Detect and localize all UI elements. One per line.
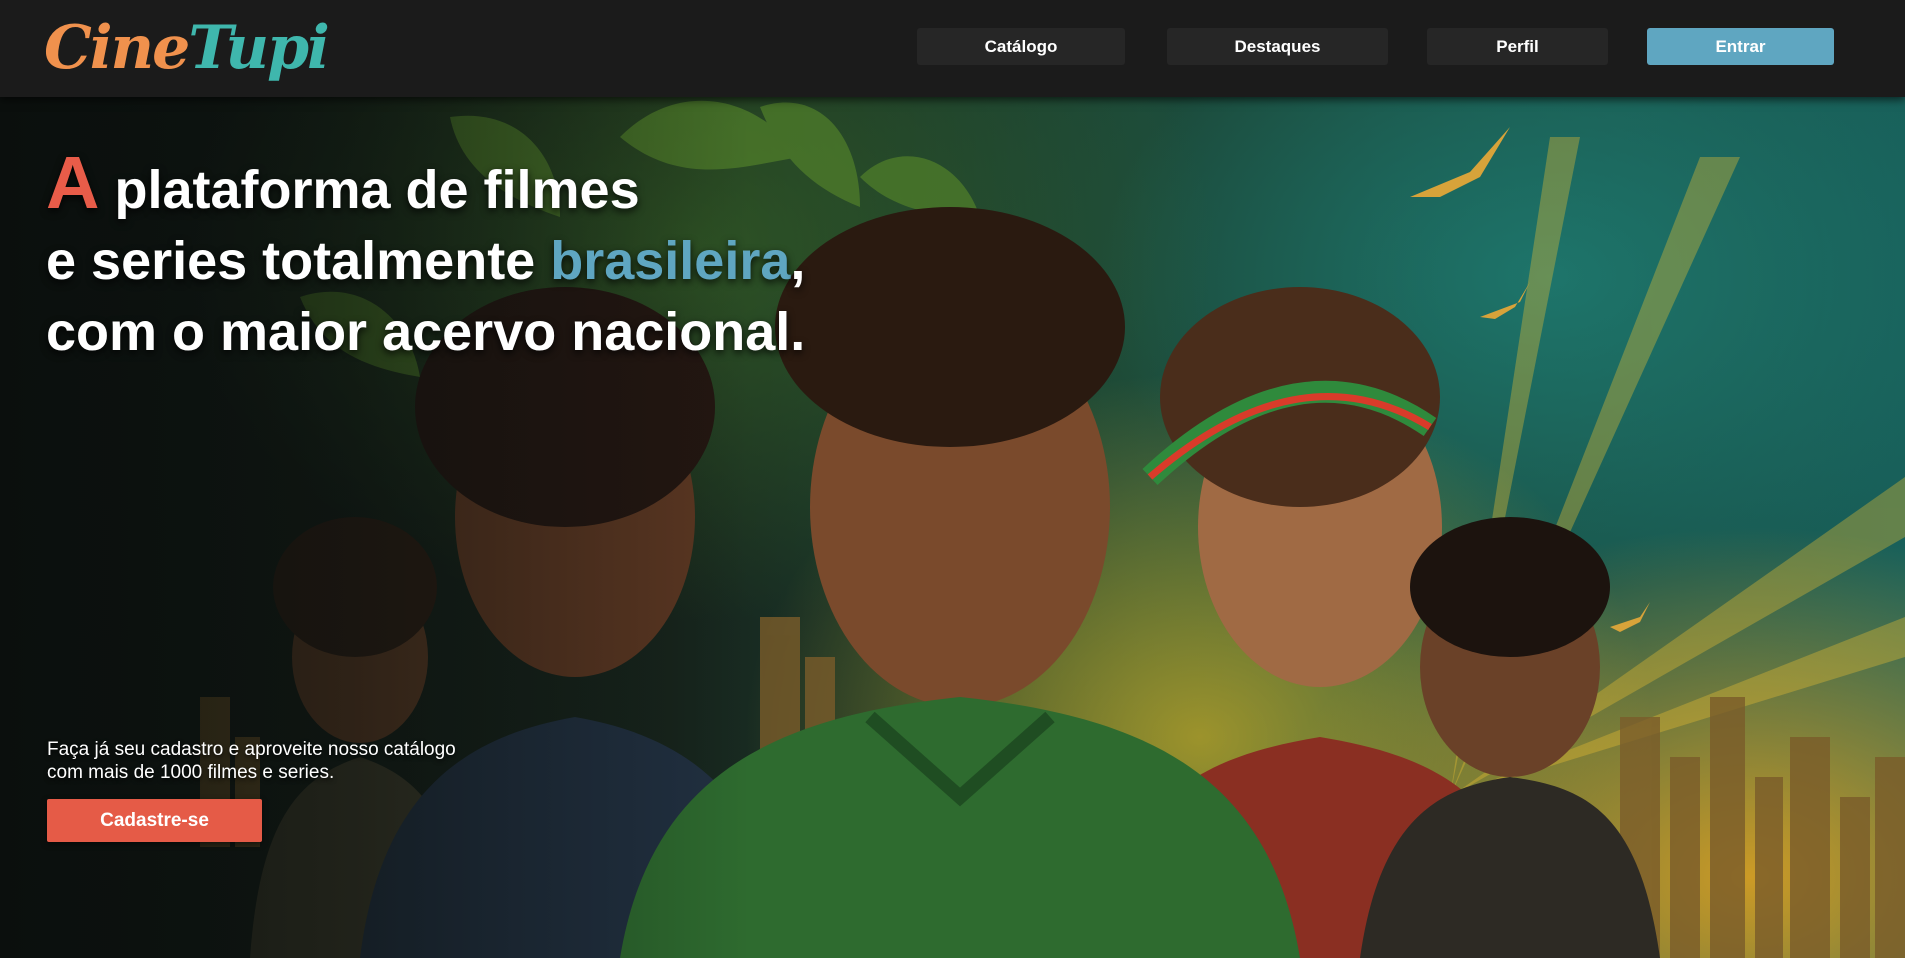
logo-text-cine: Cine bbox=[44, 13, 190, 83]
nav-catalogo-button[interactable]: Catálogo bbox=[917, 28, 1125, 65]
entrar-button[interactable]: Entrar bbox=[1647, 28, 1834, 65]
nav-perfil-button[interactable]: Perfil bbox=[1427, 28, 1608, 65]
headline-line3: com o maior acervo nacional. bbox=[46, 302, 806, 362]
headline-big-letter: A bbox=[46, 141, 100, 224]
headline-accent-word: brasileira bbox=[550, 231, 791, 291]
headline-line2-end: , bbox=[790, 231, 806, 291]
signup-description: Faça já seu cadastro e aproveite nosso c… bbox=[47, 738, 567, 784]
cinetupi-logo[interactable]: CineTupi bbox=[44, 6, 330, 90]
nav-destaques-button[interactable]: Destaques bbox=[1167, 28, 1388, 65]
signup-description-line2: com mais de 1000 filmes e series. bbox=[47, 762, 335, 783]
logo-text-tupi: Tupi bbox=[188, 13, 330, 83]
cadastre-se-button[interactable]: Cadastre-se bbox=[47, 799, 262, 842]
headline-line1: plataforma de filmes bbox=[99, 160, 640, 220]
hero-headline: A plataforma de filmes e series totalmen… bbox=[46, 146, 806, 368]
headline-line2-start: e series totalmente bbox=[46, 231, 551, 291]
top-navbar: CineTupi Catálogo Destaques Perfil Entra… bbox=[0, 0, 1905, 97]
signup-description-line1: Faça já seu cadastro e aproveite nosso c… bbox=[47, 739, 456, 760]
hero-section: A plataforma de filmes e series totalmen… bbox=[0, 97, 1905, 958]
